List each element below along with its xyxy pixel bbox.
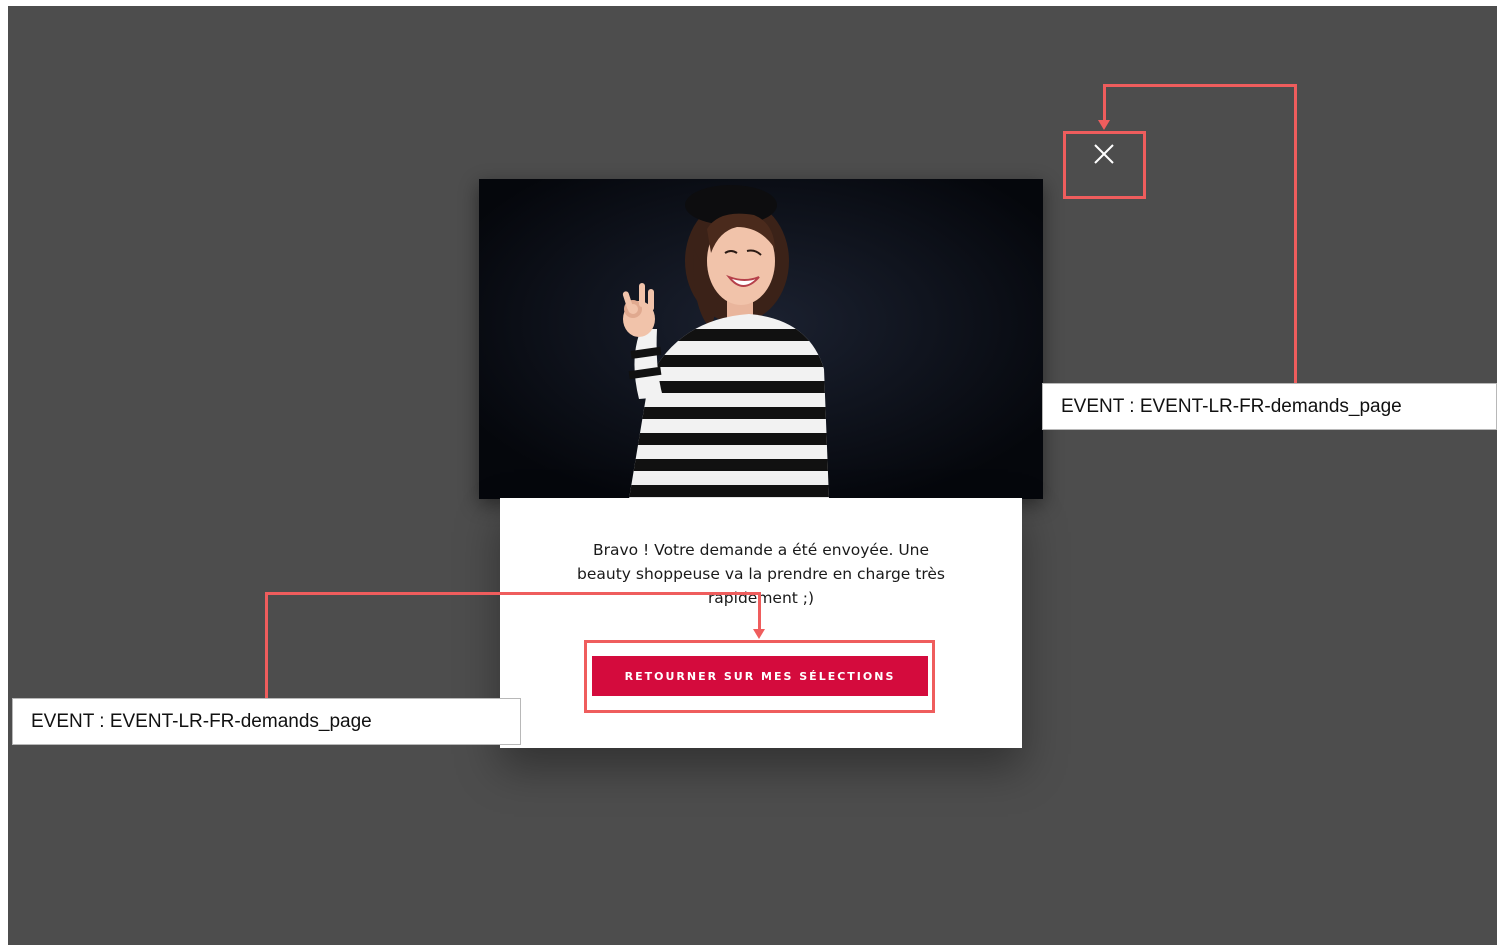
hero-image xyxy=(479,179,1043,499)
close-connector-horizontal xyxy=(1103,84,1297,87)
close-event-label: EVENT : EVENT-LR-FR-demands_page xyxy=(1042,383,1497,430)
close-connector-vertical xyxy=(1294,84,1297,384)
cta-event-label: EVENT : EVENT-LR-FR-demands_page xyxy=(12,698,521,745)
close-connector-drop xyxy=(1103,84,1106,122)
cta-arrowhead xyxy=(753,629,765,639)
cta-connector-horizontal xyxy=(265,592,761,595)
confirmation-message: Bravo ! Votre demande a été envoyée. Une… xyxy=(577,541,945,607)
hero-photo-illustration xyxy=(479,179,1043,499)
cta-connector-vertical xyxy=(265,592,268,699)
cta-highlight-box xyxy=(584,640,935,713)
close-highlight-box xyxy=(1063,131,1146,199)
cta-connector-drop xyxy=(758,592,761,630)
close-arrowhead xyxy=(1098,120,1110,130)
